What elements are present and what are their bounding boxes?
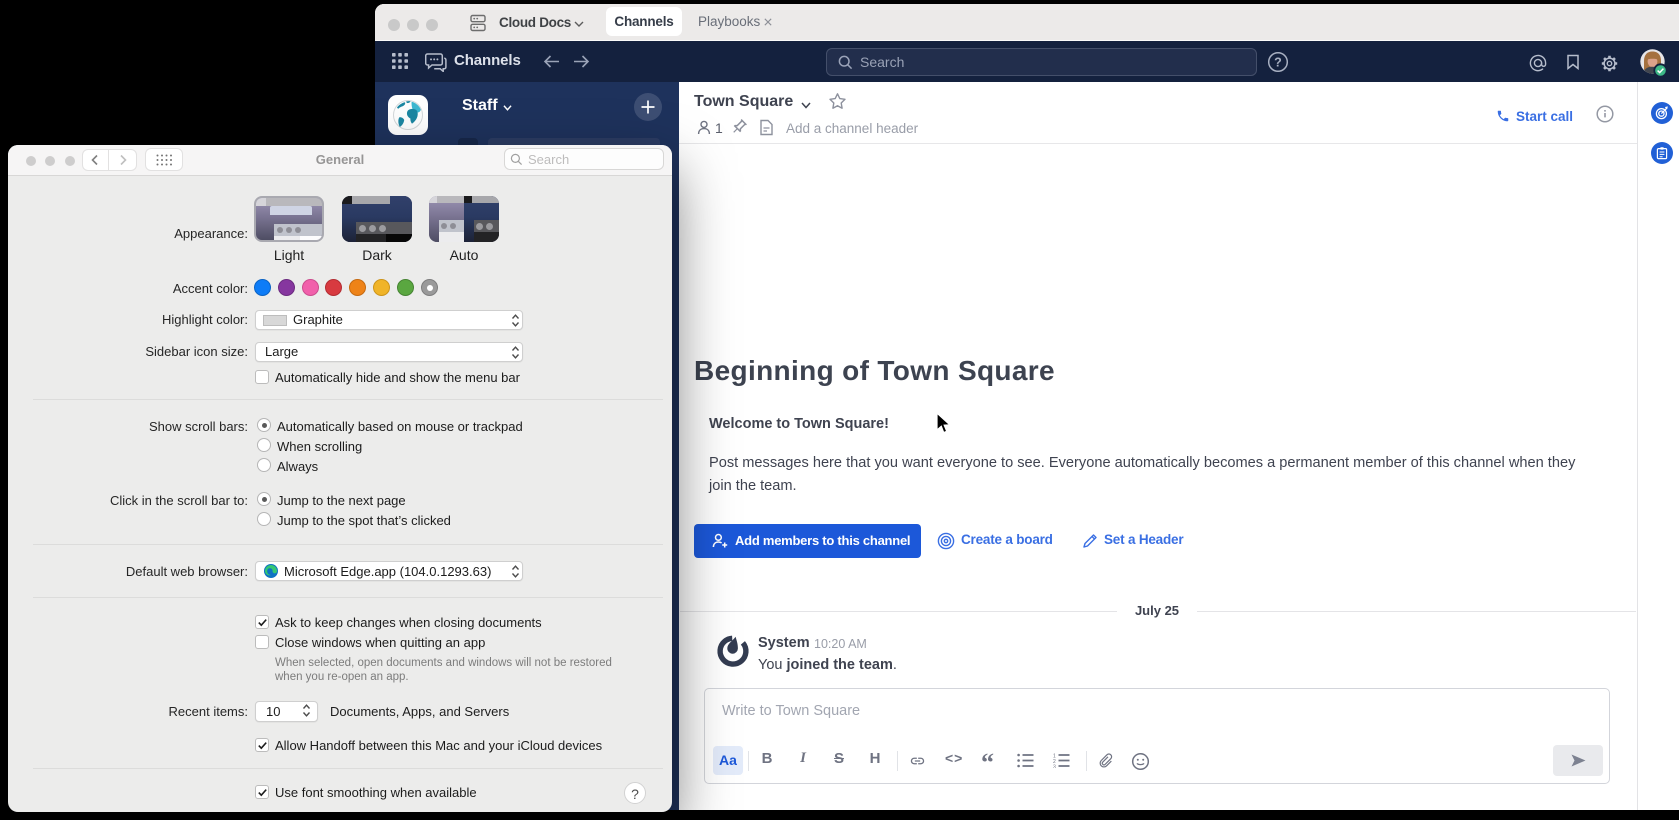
svg-text:3: 3 xyxy=(1053,764,1056,768)
svg-text:?: ? xyxy=(1274,55,1282,69)
